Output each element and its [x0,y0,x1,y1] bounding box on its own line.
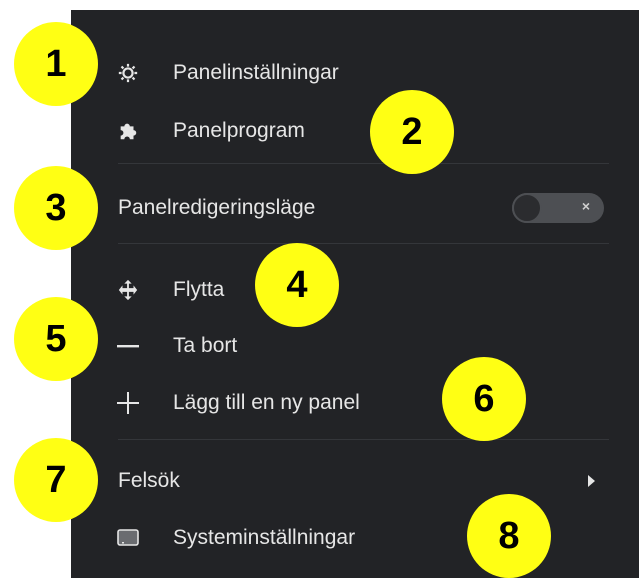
toggle-knob [512,193,542,223]
callout-8: 8 [467,494,551,578]
menu-item-label: Systeminställningar [173,526,356,549]
menu-item-label: Flytta [173,278,225,301]
menu-item-label: Felsök [118,469,180,492]
callout-5: 5 [14,297,98,381]
menu-item-label: Panelprogram [173,119,305,142]
callout-4: 4 [255,243,339,327]
menu-item-panel-widgets[interactable]: Panelprogram [71,111,639,151]
menu-item-label: Ta bort [173,334,238,357]
plus-icon [115,390,141,416]
system-settings-icon [115,525,141,551]
menu-separator [118,243,609,244]
callout-6: 6 [442,357,526,441]
callout-2: 2 [370,90,454,174]
menu-item-panel-settings[interactable]: Panelinställningar [71,53,639,93]
menu-item-add-panel[interactable]: Lägg till en ny panel [71,383,639,423]
toggle-off-icon: × [581,198,590,214]
menu-item-remove[interactable]: Ta bort [71,326,639,366]
menu-item-label: Panelredigeringsläge [118,196,316,219]
menu-item-system-settings[interactable]: Systeminställningar [71,518,639,558]
move-icon [115,277,141,303]
chevron-right-icon [588,475,595,487]
callout-7: 7 [14,438,98,522]
menu-item-label: Panelinställningar [173,61,339,84]
edit-mode-toggle[interactable]: × [512,193,604,223]
callout-3: 3 [14,166,98,250]
gear-icon [115,60,141,86]
minus-icon [115,333,141,359]
menu-item-panel-edit-mode[interactable]: Panelredigeringsläge × [71,188,639,228]
menu-item-troubleshoot[interactable]: Felsök [71,461,639,501]
menu-item-label: Lägg till en ny panel [173,391,360,414]
callout-1: 1 [14,22,98,106]
menu-separator [118,439,609,440]
panel-context-menu: Panelinställningar Panelprogram Panelred… [71,10,639,578]
puzzle-icon [115,118,141,144]
menu-separator [118,163,609,164]
menu-item-move[interactable]: Flytta [71,270,639,310]
